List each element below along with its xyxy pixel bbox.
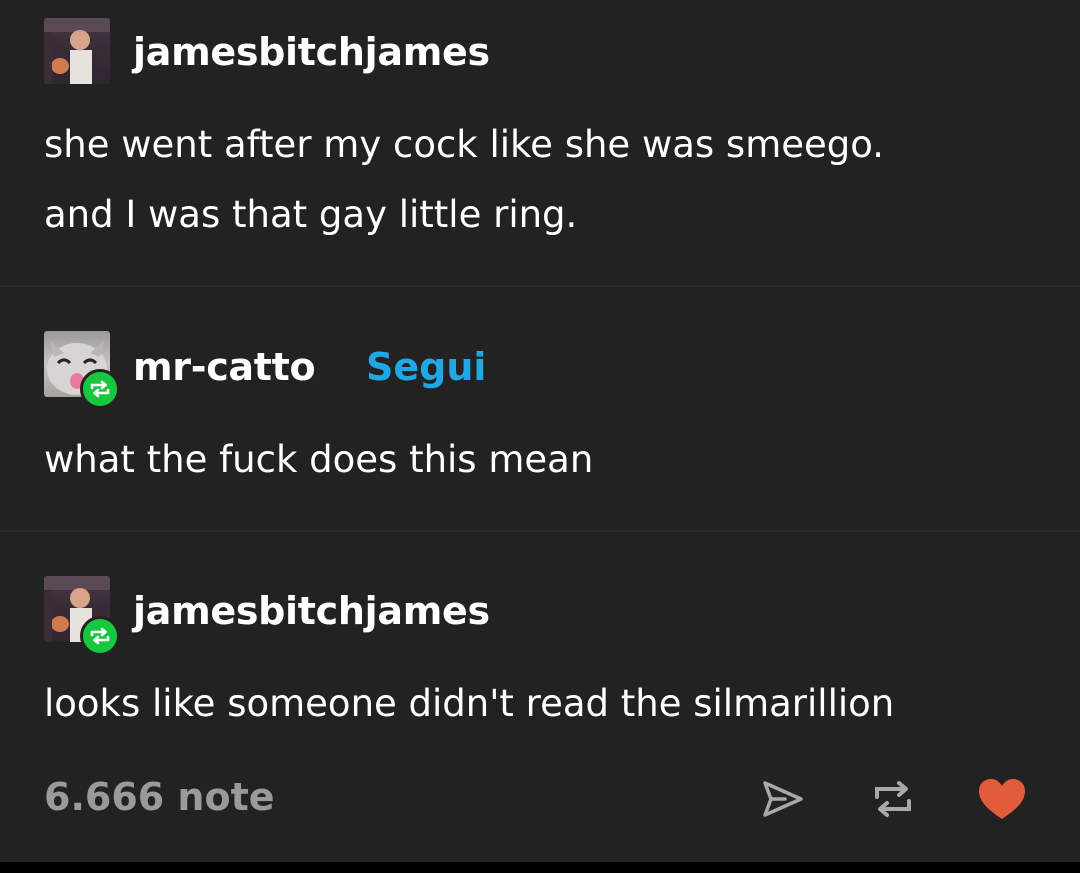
- post-text-line: looks like someone didn't read the silma…: [44, 682, 895, 725]
- post-text-line: what the fuck does this mean: [44, 438, 594, 481]
- reblog-badge-icon: [80, 369, 120, 409]
- reblog-icon[interactable]: [866, 772, 920, 826]
- post-text-line: and I was that gay little ring.: [44, 193, 578, 236]
- reblog-badge-icon: [80, 616, 120, 656]
- like-icon[interactable]: [975, 772, 1029, 826]
- post-username[interactable]: jamesbitchjames: [133, 592, 490, 630]
- post-username[interactable]: mr-catto: [133, 348, 316, 386]
- notes-count[interactable]: 6.666 note: [44, 778, 275, 816]
- post-text-line: she went after my cock like she was smee…: [44, 123, 884, 166]
- follow-button[interactable]: Segui: [366, 348, 486, 386]
- bottom-bar: [0, 862, 1080, 873]
- post-original: jamesbitchjames she went after my cock l…: [0, 0, 1080, 286]
- post-reblog-reply: jamesbitchjames looks like someone didn'…: [0, 532, 1080, 762]
- post-username[interactable]: jamesbitchjames: [133, 33, 490, 71]
- tumblr-post-thread: jamesbitchjames she went after my cock l…: [0, 0, 1080, 873]
- post-reblog-comment: mr-catto Segui what the fuck does this m…: [0, 287, 1080, 530]
- avatar[interactable]: [44, 18, 110, 84]
- share-icon[interactable]: [756, 772, 810, 826]
